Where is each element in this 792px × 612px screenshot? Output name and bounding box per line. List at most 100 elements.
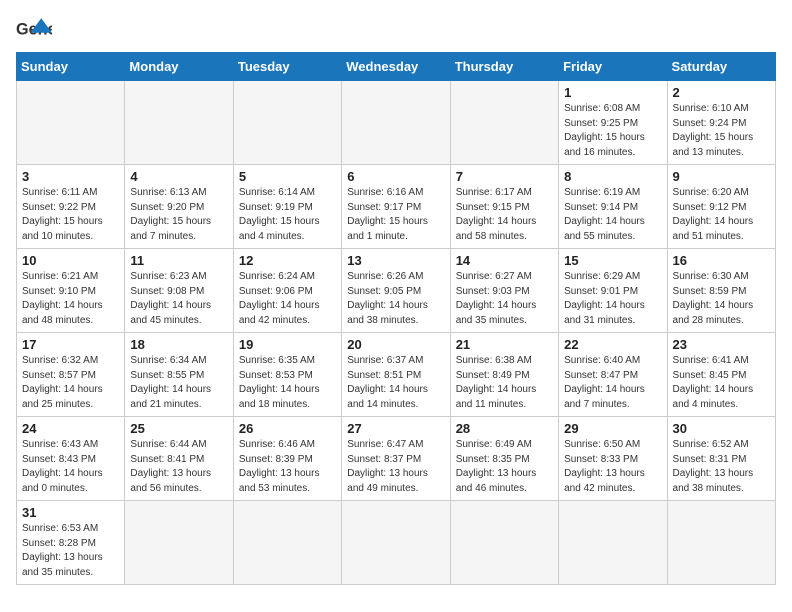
calendar-week-5: 31 Sunrise: 6:53 AM Sunset: 8:28 PM Dayli…: [17, 501, 776, 585]
day-number: 2: [673, 85, 770, 100]
calendar-cell: 23 Sunrise: 6:41 AM Sunset: 8:45 PM Dayli…: [667, 333, 775, 417]
day-number: 12: [239, 253, 336, 268]
day-info: Sunrise: 6:41 AM Sunset: 8:45 PM Dayligh…: [673, 354, 770, 412]
day-number: 8: [564, 169, 661, 184]
day-info: Sunrise: 6:19 AM Sunset: 9:14 PM Dayligh…: [564, 186, 661, 244]
day-number: 6: [347, 169, 444, 184]
dow-header-tuesday: Tuesday: [233, 53, 341, 81]
calendar-week-4: 24Sunrise: 6:43 AM Sunset: 8:43 PM Dayli…: [17, 417, 776, 501]
calendar-cell: 12 Sunrise: 6:24 AM Sunset: 9:06 PM Dayli…: [233, 249, 341, 333]
calendar-cell: 9 Sunrise: 6:20 AM Sunset: 9:12 PM Daylig…: [667, 165, 775, 249]
day-number: 21: [456, 337, 553, 352]
day-info: Sunrise: 6:52 AM Sunset: 8:31 PM Dayligh…: [673, 438, 770, 496]
day-number: 1: [564, 85, 661, 100]
day-number: 3: [22, 169, 119, 184]
day-number: 10: [22, 253, 119, 268]
day-info: Sunrise: 6:43 AM Sunset: 8:43 PM Dayligh…: [22, 438, 119, 496]
calendar-cell: [450, 81, 558, 165]
day-info: Sunrise: 6:46 AM Sunset: 8:39 PM Dayligh…: [239, 438, 336, 496]
day-info: Sunrise: 6:53 AM Sunset: 8:28 PM Dayligh…: [22, 522, 119, 580]
calendar-cell: [342, 501, 450, 585]
day-number: 20: [347, 337, 444, 352]
calendar-cell: 31 Sunrise: 6:53 AM Sunset: 8:28 PM Dayli…: [17, 501, 125, 585]
day-number: 29: [564, 421, 661, 436]
calendar-week-1: 3 Sunrise: 6:11 AM Sunset: 9:22 PM Daylig…: [17, 165, 776, 249]
calendar-cell: 16 Sunrise: 6:30 AM Sunset: 8:59 PM Dayli…: [667, 249, 775, 333]
day-number: 13: [347, 253, 444, 268]
day-number: 11: [130, 253, 227, 268]
day-info: Sunrise: 6:37 AM Sunset: 8:51 PM Dayligh…: [347, 354, 444, 412]
calendar-table: SundayMondayTuesdayWednesdayThursdayFrid…: [16, 52, 776, 585]
day-info: Sunrise: 6:47 AM Sunset: 8:37 PM Dayligh…: [347, 438, 444, 496]
calendar-cell: [667, 501, 775, 585]
dow-header-friday: Friday: [559, 53, 667, 81]
calendar-cell: [233, 501, 341, 585]
day-number: 31: [22, 505, 119, 520]
day-number: 26: [239, 421, 336, 436]
page-header: General: [16, 16, 776, 44]
calendar-cell: 26 Sunrise: 6:46 AM Sunset: 8:39 PM Dayli…: [233, 417, 341, 501]
calendar-cell: 3 Sunrise: 6:11 AM Sunset: 9:22 PM Daylig…: [17, 165, 125, 249]
day-info: Sunrise: 6:35 AM Sunset: 8:53 PM Dayligh…: [239, 354, 336, 412]
day-number: 15: [564, 253, 661, 268]
day-number: 17: [22, 337, 119, 352]
day-info: Sunrise: 6:21 AM Sunset: 9:10 PM Dayligh…: [22, 270, 119, 328]
day-number: 27: [347, 421, 444, 436]
day-info: Sunrise: 6:13 AM Sunset: 9:20 PM Dayligh…: [130, 186, 227, 244]
calendar-cell: [342, 81, 450, 165]
calendar-cell: [233, 81, 341, 165]
calendar-cell: 6 Sunrise: 6:16 AM Sunset: 9:17 PM Daylig…: [342, 165, 450, 249]
day-number: 9: [673, 169, 770, 184]
calendar-cell: [125, 501, 233, 585]
day-number: 30: [673, 421, 770, 436]
calendar-cell: 5Sunrise: 6:14 AM Sunset: 9:19 PM Daylig…: [233, 165, 341, 249]
day-info: Sunrise: 6:32 AM Sunset: 8:57 PM Dayligh…: [22, 354, 119, 412]
day-number: 16: [673, 253, 770, 268]
calendar-week-3: 17 Sunrise: 6:32 AM Sunset: 8:57 PM Dayli…: [17, 333, 776, 417]
dow-header-sunday: Sunday: [17, 53, 125, 81]
day-info: Sunrise: 6:49 AM Sunset: 8:35 PM Dayligh…: [456, 438, 553, 496]
day-info: Sunrise: 6:16 AM Sunset: 9:17 PM Dayligh…: [347, 186, 444, 244]
day-info: Sunrise: 6:27 AM Sunset: 9:03 PM Dayligh…: [456, 270, 553, 328]
calendar-cell: 22Sunrise: 6:40 AM Sunset: 8:47 PM Dayli…: [559, 333, 667, 417]
day-number: 18: [130, 337, 227, 352]
day-info: Sunrise: 6:30 AM Sunset: 8:59 PM Dayligh…: [673, 270, 770, 328]
day-info: Sunrise: 6:34 AM Sunset: 8:55 PM Dayligh…: [130, 354, 227, 412]
day-info: Sunrise: 6:17 AM Sunset: 9:15 PM Dayligh…: [456, 186, 553, 244]
day-number: 28: [456, 421, 553, 436]
day-info: Sunrise: 6:44 AM Sunset: 8:41 PM Dayligh…: [130, 438, 227, 496]
dow-header-saturday: Saturday: [667, 53, 775, 81]
calendar-week-0: 1Sunrise: 6:08 AM Sunset: 9:25 PM Daylig…: [17, 81, 776, 165]
calendar-cell: 4Sunrise: 6:13 AM Sunset: 9:20 PM Daylig…: [125, 165, 233, 249]
calendar-cell: 30 Sunrise: 6:52 AM Sunset: 8:31 PM Dayli…: [667, 417, 775, 501]
calendar-cell: 29 Sunrise: 6:50 AM Sunset: 8:33 PM Dayli…: [559, 417, 667, 501]
day-number: 7: [456, 169, 553, 184]
day-info: Sunrise: 6:29 AM Sunset: 9:01 PM Dayligh…: [564, 270, 661, 328]
day-number: 22: [564, 337, 661, 352]
calendar-cell: 19 Sunrise: 6:35 AM Sunset: 8:53 PM Dayli…: [233, 333, 341, 417]
day-number: 23: [673, 337, 770, 352]
dow-header-wednesday: Wednesday: [342, 53, 450, 81]
calendar-cell: 24Sunrise: 6:43 AM Sunset: 8:43 PM Dayli…: [17, 417, 125, 501]
day-info: Sunrise: 6:20 AM Sunset: 9:12 PM Dayligh…: [673, 186, 770, 244]
calendar-cell: [125, 81, 233, 165]
calendar-cell: 14 Sunrise: 6:27 AM Sunset: 9:03 PM Dayli…: [450, 249, 558, 333]
calendar-cell: 7 Sunrise: 6:17 AM Sunset: 9:15 PM Daylig…: [450, 165, 558, 249]
calendar-cell: 11Sunrise: 6:23 AM Sunset: 9:08 PM Dayli…: [125, 249, 233, 333]
calendar-cell: 21 Sunrise: 6:38 AM Sunset: 8:49 PM Dayli…: [450, 333, 558, 417]
day-info: Sunrise: 6:26 AM Sunset: 9:05 PM Dayligh…: [347, 270, 444, 328]
day-info: Sunrise: 6:38 AM Sunset: 8:49 PM Dayligh…: [456, 354, 553, 412]
day-number: 14: [456, 253, 553, 268]
day-number: 19: [239, 337, 336, 352]
day-info: Sunrise: 6:24 AM Sunset: 9:06 PM Dayligh…: [239, 270, 336, 328]
day-info: Sunrise: 6:50 AM Sunset: 8:33 PM Dayligh…: [564, 438, 661, 496]
day-number: 25: [130, 421, 227, 436]
calendar-cell: [450, 501, 558, 585]
logo: General: [16, 16, 56, 44]
calendar-cell: 2Sunrise: 6:10 AM Sunset: 9:24 PM Daylig…: [667, 81, 775, 165]
calendar-cell: 25 Sunrise: 6:44 AM Sunset: 8:41 PM Dayli…: [125, 417, 233, 501]
day-info: Sunrise: 6:11 AM Sunset: 9:22 PM Dayligh…: [22, 186, 119, 244]
calendar-cell: [559, 501, 667, 585]
logo-icon: General: [16, 16, 52, 44]
dow-header-thursday: Thursday: [450, 53, 558, 81]
